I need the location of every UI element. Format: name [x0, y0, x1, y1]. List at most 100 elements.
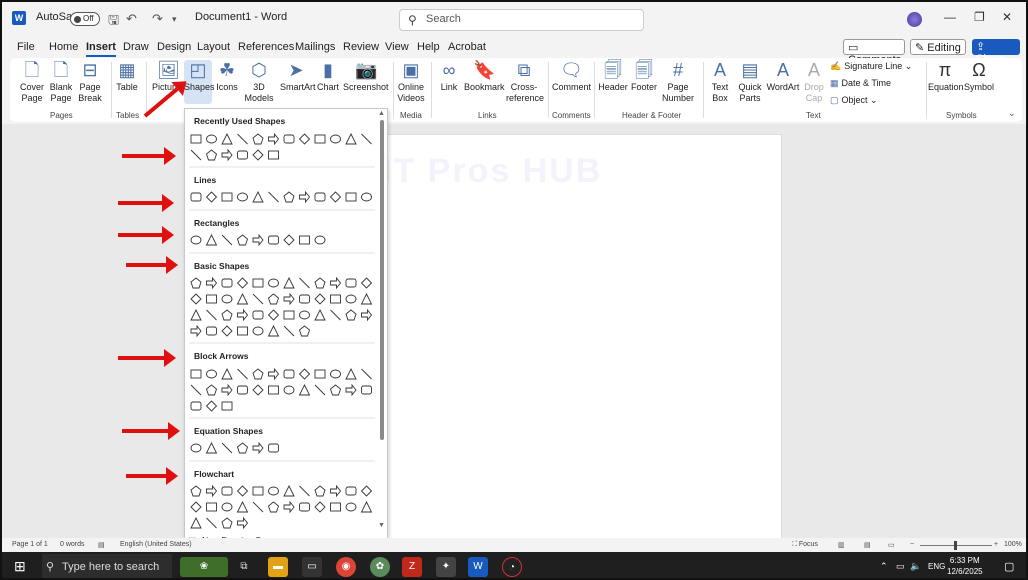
tab-design[interactable]: Design [157, 41, 191, 53]
shape-thumbnail[interactable] [221, 442, 233, 454]
shape-thumbnail[interactable] [221, 294, 233, 304]
shape-thumbnail[interactable] [205, 384, 218, 396]
page-count[interactable]: Page 1 of 1 [12, 541, 48, 548]
zoom-in-icon[interactable]: + [994, 541, 998, 548]
tab-review[interactable]: Review [343, 41, 379, 53]
shape-thumbnail[interactable] [268, 191, 279, 203]
shape-thumbnail[interactable] [361, 133, 372, 145]
clock[interactable]: 6:33 PM 12/6/2025 [947, 555, 983, 577]
shape-thumbnail[interactable] [252, 441, 264, 455]
tray-chevron-icon[interactable]: ⌃ [880, 561, 888, 572]
shape-thumbnail[interactable] [221, 309, 233, 321]
shapes-scrollbar[interactable]: ▲ ▼ [378, 110, 386, 532]
shape-thumbnail[interactable] [345, 486, 357, 496]
shape-thumbnail[interactable] [190, 134, 202, 144]
collapse-ribbon-icon[interactable]: ⌄ [1008, 108, 1016, 119]
tab-home[interactable]: Home [49, 41, 78, 53]
editing-button[interactable]: ✎ Editing ⌄ [910, 39, 966, 67]
app-icon[interactable]: ◔ [502, 557, 522, 577]
shape-thumbnail[interactable] [252, 293, 264, 305]
shape-thumbnail[interactable] [345, 309, 357, 321]
3d-models-button[interactable]: ⬡ 3D Models [242, 60, 276, 104]
shape-thumbnail[interactable] [330, 134, 341, 144]
shape-thumbnail[interactable] [345, 383, 357, 397]
shape-thumbnail[interactable] [298, 325, 311, 337]
shape-thumbnail[interactable] [330, 502, 341, 512]
shape-thumbnail[interactable] [360, 500, 373, 513]
taskbar-search[interactable]: ⚲ Type here to search [42, 554, 172, 578]
shape-thumbnail[interactable] [267, 324, 280, 337]
shape-thumbnail[interactable] [252, 233, 264, 247]
shape-thumbnail[interactable] [360, 277, 373, 289]
shape-thumbnail[interactable] [237, 385, 248, 395]
shape-thumbnail[interactable] [237, 192, 248, 202]
shape-thumbnail[interactable] [283, 134, 295, 144]
shape-thumbnail[interactable] [268, 235, 279, 245]
shape-thumbnail[interactable] [252, 133, 264, 145]
shape-thumbnail[interactable] [268, 367, 280, 381]
shape-thumbnail[interactable] [221, 502, 233, 512]
shape-thumbnail[interactable] [314, 192, 326, 202]
shape-thumbnail[interactable] [314, 485, 326, 497]
shape-thumbnail[interactable] [221, 486, 233, 496]
focus-button[interactable]: ⛶ Focus [792, 541, 818, 549]
quick-parts-button[interactable]: ▤ Quick Parts [736, 60, 764, 104]
shape-thumbnail[interactable] [283, 385, 295, 395]
shape-thumbnail[interactable] [221, 401, 233, 411]
windows-start-icon[interactable]: ⊞ [14, 558, 26, 575]
shape-thumbnail[interactable] [283, 369, 295, 379]
shape-thumbnail[interactable] [190, 277, 202, 289]
shape-thumbnail[interactable] [330, 484, 342, 498]
shape-thumbnail[interactable] [221, 234, 233, 246]
date-time-button[interactable]: ▦ Date & Time [830, 78, 891, 89]
shape-thumbnail[interactable] [299, 294, 310, 304]
shape-thumbnail[interactable] [299, 277, 310, 289]
shape-thumbnail[interactable] [237, 133, 248, 145]
screenshot-button[interactable]: 📷 Screenshot [343, 60, 389, 93]
search-box[interactable]: ⚲ [399, 9, 644, 31]
page-number-button[interactable]: # Page Number [660, 60, 696, 104]
task-view-icon[interactable]: ⧉ [234, 557, 254, 577]
zoom-level[interactable]: 100% [1004, 541, 1022, 548]
shape-thumbnail[interactable] [236, 277, 249, 289]
tab-draw[interactable]: Draw [123, 41, 149, 53]
shape-thumbnail[interactable] [190, 149, 202, 161]
wordart-button[interactable]: A WordArt [766, 60, 800, 93]
shape-thumbnail[interactable] [268, 278, 279, 288]
share-button[interactable]: ⇪ Share [972, 39, 1020, 65]
smartart-button[interactable]: ➤ SmartArt [280, 60, 316, 93]
shape-thumbnail[interactable] [283, 325, 295, 337]
shape-thumbnail[interactable] [252, 149, 264, 161]
shape-thumbnail[interactable] [221, 148, 233, 162]
undo-icon[interactable]: ↶ [126, 11, 137, 27]
shape-thumbnail[interactable] [345, 367, 357, 380]
volume-icon[interactable]: 🔈 [910, 561, 921, 572]
read-mode-icon[interactable]: ▥ [838, 541, 845, 549]
shape-thumbnail[interactable] [252, 326, 264, 336]
shape-thumbnail[interactable] [345, 278, 357, 288]
shape-thumbnail[interactable] [237, 368, 248, 380]
page-break-button[interactable]: ⊟ Page Break [77, 60, 103, 104]
shape-thumbnail[interactable] [205, 441, 218, 454]
shape-thumbnail[interactable] [267, 293, 280, 305]
news-widget-icon[interactable]: ❀ [180, 557, 228, 577]
customize-qat-icon[interactable]: ▾ [172, 14, 177, 25]
shape-thumbnail[interactable] [361, 192, 372, 202]
shape-thumbnail[interactable] [252, 384, 264, 396]
shape-thumbnail[interactable] [314, 293, 326, 305]
shape-thumbnail[interactable] [236, 442, 249, 454]
redo-icon[interactable]: ↷ [152, 11, 163, 27]
shape-thumbnail[interactable] [205, 400, 218, 412]
shape-thumbnail[interactable] [221, 192, 233, 202]
close-icon[interactable]: ✕ [1002, 10, 1012, 24]
shape-thumbnail[interactable] [206, 134, 217, 144]
equation-button[interactable]: π Equation [928, 60, 964, 93]
tab-insert[interactable]: Insert [86, 41, 116, 57]
shape-thumbnail[interactable] [314, 369, 326, 379]
shape-thumbnail[interactable] [221, 132, 233, 145]
shape-thumbnail[interactable] [190, 308, 202, 321]
tab-help[interactable]: Help [417, 41, 440, 53]
shape-thumbnail[interactable] [329, 191, 342, 203]
shape-thumbnail[interactable] [298, 383, 311, 396]
shape-thumbnail[interactable] [221, 367, 233, 380]
